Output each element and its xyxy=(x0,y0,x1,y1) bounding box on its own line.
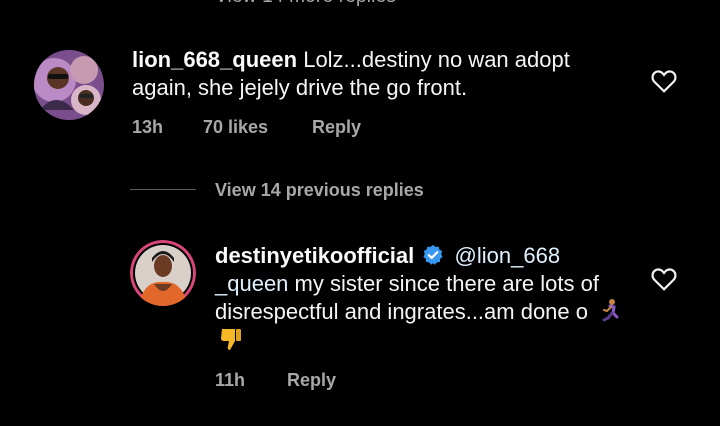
comment-username[interactable]: lion_668_queen xyxy=(132,47,297,72)
verified-badge-icon xyxy=(423,244,443,265)
avatar-image xyxy=(34,50,104,120)
replies-divider-line xyxy=(130,189,196,190)
avatar[interactable] xyxy=(130,240,196,306)
likes-count[interactable]: 70 likes xyxy=(203,117,268,138)
person-running-icon xyxy=(602,299,619,322)
comment-timestamp: 11h xyxy=(215,370,246,390)
comment-body: destinyetikoofficial @lion_668 _queen my … xyxy=(215,242,635,354)
avatar[interactable] xyxy=(34,50,104,120)
comment-timestamp: 13h xyxy=(132,117,164,137)
cut-off-text: View 14 more replies xyxy=(215,0,396,8)
thumbs-down-icon xyxy=(221,329,241,350)
reply-button[interactable]: Reply xyxy=(287,370,336,391)
mention-link[interactable]: @lion_668 xyxy=(455,243,561,268)
reply-button[interactable]: Reply xyxy=(312,117,361,138)
mention-link-continued[interactable]: _queen xyxy=(215,271,288,296)
like-heart-icon[interactable] xyxy=(651,267,677,291)
like-heart-icon[interactable] xyxy=(651,69,677,93)
avatar-image xyxy=(130,240,196,306)
comment-body: lion_668_queen Lolz...destiny no wan ado… xyxy=(132,46,632,102)
comment-username[interactable]: destinyetikoofficial xyxy=(215,243,414,268)
view-previous-replies-link[interactable]: View 14 previous replies xyxy=(215,180,424,201)
